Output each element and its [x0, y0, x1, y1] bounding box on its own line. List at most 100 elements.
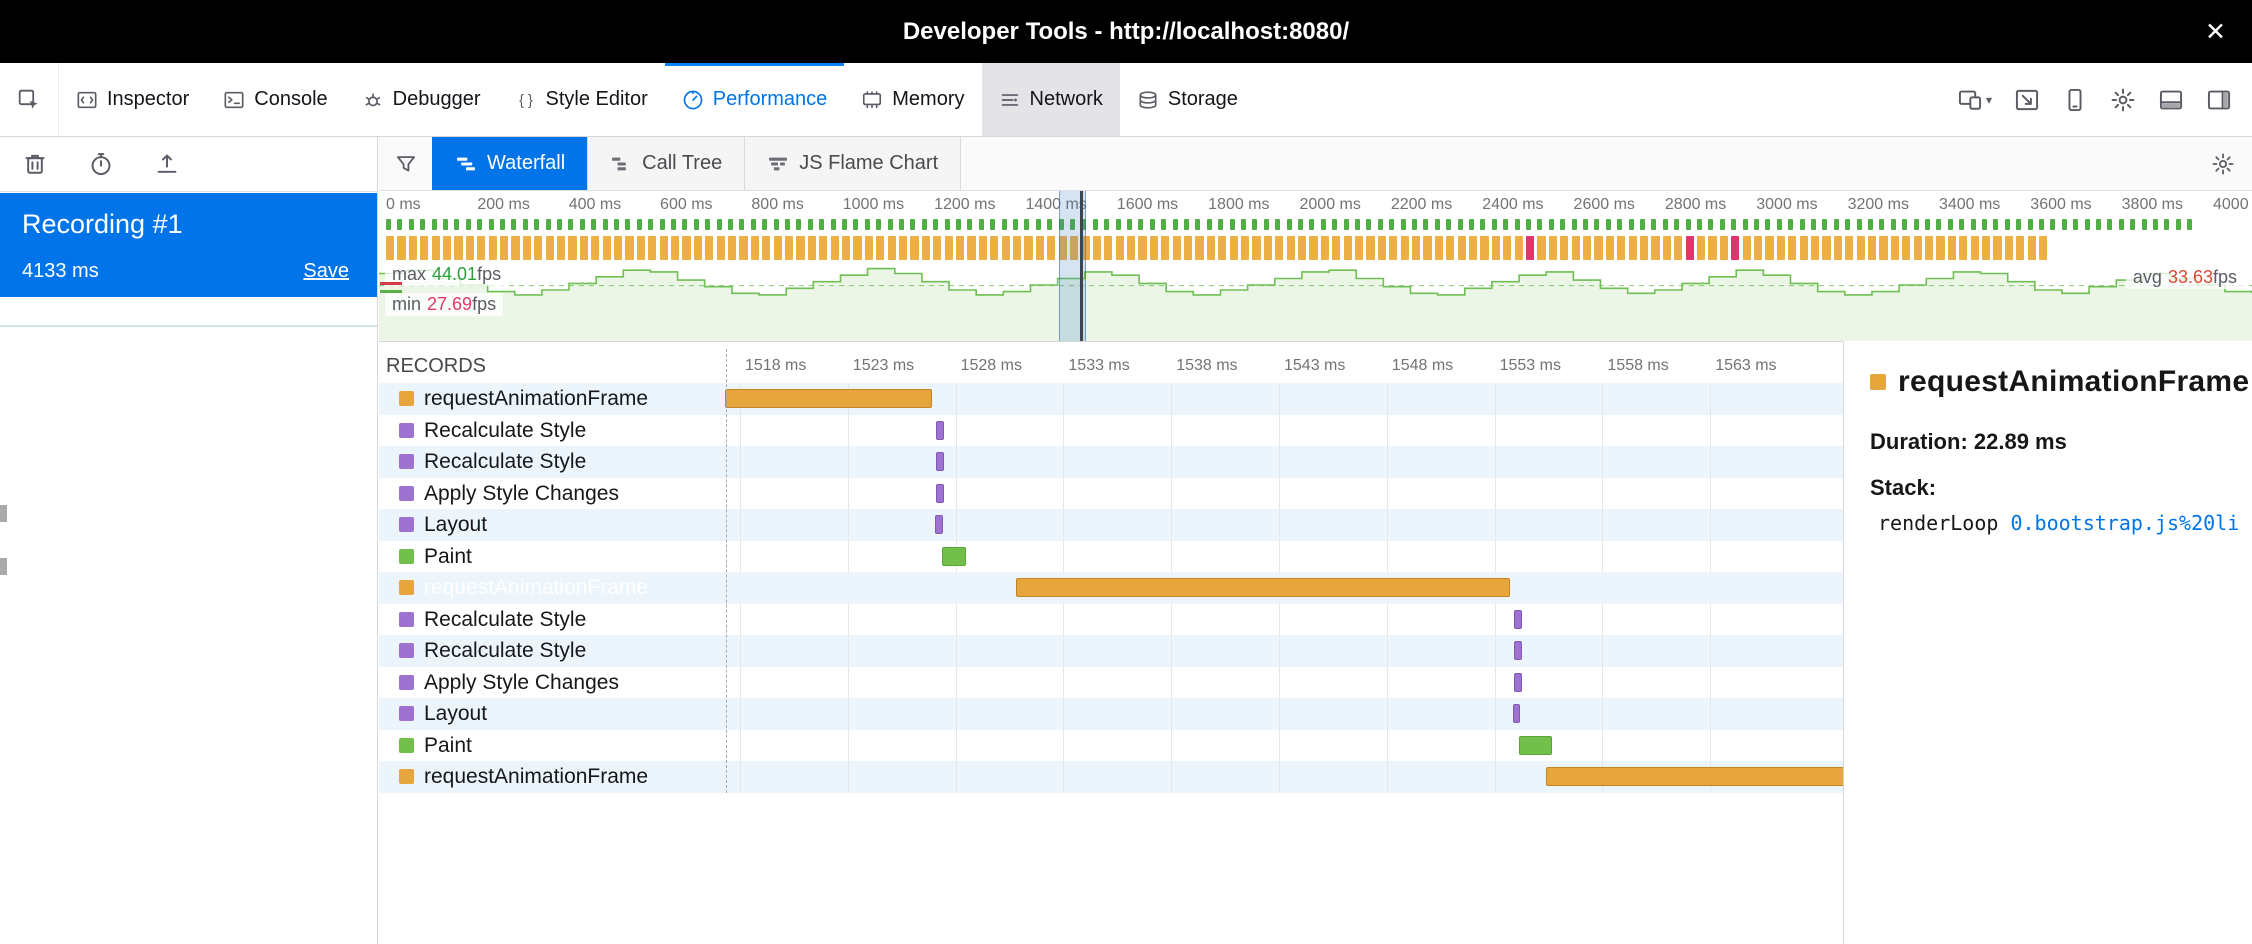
- recording-item[interactable]: Recording #1 4133 ms Save: [0, 193, 377, 297]
- waterfall-row[interactable]: Apply Style Changes: [379, 478, 1843, 510]
- activity-block: [1720, 236, 1728, 260]
- activity-block: [1697, 236, 1705, 260]
- tab-memory[interactable]: Memory: [844, 63, 981, 136]
- frame-tick: [477, 219, 482, 230]
- marker-bar[interactable]: [1513, 704, 1521, 723]
- frame-tick: [489, 219, 494, 230]
- activity-block: [1788, 236, 1796, 260]
- tab-network[interactable]: Network: [982, 63, 1120, 136]
- tab-performance[interactable]: Performance: [665, 63, 845, 136]
- marker-bar[interactable]: [936, 452, 944, 471]
- js-flame-chart-view-button[interactable]: JS Flame Chart: [744, 137, 961, 190]
- tab-label: Debugger: [393, 88, 481, 111]
- frame-tick: [557, 219, 562, 230]
- activity-block: [1845, 236, 1853, 260]
- timeline-overview[interactable]: 0 ms200 ms400 ms600 ms800 ms1000 ms1200 …: [379, 191, 2252, 342]
- activity-block: [1993, 236, 2001, 260]
- pick-element-button[interactable]: [0, 63, 59, 136]
- marker-bar[interactable]: [1546, 767, 1843, 786]
- activity-block: [1811, 236, 1819, 260]
- tab-label: Performance: [713, 88, 828, 111]
- clear-recordings-icon: [22, 151, 48, 177]
- frame-tick: [386, 219, 391, 230]
- waterfall-row[interactable]: Layout: [379, 698, 1843, 730]
- split-console-button[interactable]: [2158, 87, 2184, 113]
- ruler-label: 2800 ms: [1665, 196, 1726, 214]
- call-tree-view-button[interactable]: Call Tree: [587, 137, 745, 190]
- activity-block: [1572, 236, 1580, 260]
- responsive-design-button[interactable]: ▾: [1957, 87, 1992, 113]
- marker-bar[interactable]: [1514, 610, 1522, 629]
- frame-tick: [1891, 219, 1896, 230]
- frame-tick: [511, 219, 516, 230]
- waterfall-row[interactable]: Layout: [379, 509, 1843, 541]
- tab-storage[interactable]: Storage: [1120, 63, 1255, 136]
- frame-tick: [774, 219, 779, 230]
- activity-block: [842, 236, 850, 260]
- waterfall-row[interactable]: requestAnimationFrame: [379, 572, 1843, 604]
- activity-block: [933, 236, 941, 260]
- settings-gear-button[interactable]: [2110, 87, 2136, 113]
- import-recording-button[interactable]: [154, 151, 180, 177]
- source-link[interactable]: 0.bootstrap.js%20li: [2010, 511, 2239, 535]
- marker-bar[interactable]: [1514, 641, 1522, 660]
- activity-block: [990, 236, 998, 260]
- waterfall-row[interactable]: requestAnimationFrame: [379, 383, 1843, 415]
- activity-block: [546, 236, 554, 260]
- marker-bar[interactable]: [1514, 673, 1522, 692]
- filter-button[interactable]: [379, 137, 433, 190]
- waterfall-row[interactable]: Paint: [379, 730, 1843, 762]
- waterfall-row[interactable]: Paint: [379, 541, 1843, 573]
- marker-bar[interactable]: [935, 515, 943, 534]
- activity-block: [1674, 236, 1682, 260]
- activity-block: [1765, 236, 1773, 260]
- frame-tick: [785, 219, 790, 230]
- view-label: Waterfall: [487, 152, 565, 175]
- sidebar-toggle-icon: [2206, 87, 2232, 113]
- close-button[interactable]: ✕: [2205, 17, 2226, 47]
- tab-label: Memory: [892, 88, 964, 111]
- activity-block: [1606, 236, 1614, 260]
- waterfall-time-label: 1538 ms: [1176, 357, 1237, 375]
- frame-tick: [1321, 219, 1326, 230]
- tab-inspector[interactable]: Inspector: [59, 63, 206, 136]
- frame-tick: [1857, 219, 1862, 230]
- selection-range[interactable]: [1059, 191, 1086, 341]
- marker-bar[interactable]: [725, 389, 932, 408]
- record-performance-button[interactable]: [88, 151, 114, 177]
- activity-block: [1287, 236, 1295, 260]
- tab-strip: InspectorConsole Debugger { }Style Editor P…: [59, 63, 1255, 136]
- device-button[interactable]: [2062, 87, 2088, 113]
- marker-bar[interactable]: [936, 421, 944, 440]
- waterfall-row[interactable]: Recalculate Style: [379, 635, 1843, 667]
- activity-block: [922, 236, 930, 260]
- frame-picker-button[interactable]: [2014, 87, 2040, 113]
- waterfall-row[interactable]: Apply Style Changes: [379, 667, 1843, 699]
- activity-block: [1902, 236, 1910, 260]
- activity-block: [1617, 236, 1625, 260]
- marker-bar[interactable]: [1519, 736, 1551, 755]
- marker-bar[interactable]: [1016, 578, 1510, 597]
- frame-tick: [1116, 219, 1121, 230]
- waterfall-row[interactable]: Recalculate Style: [379, 446, 1843, 478]
- waterfall-row[interactable]: Recalculate Style: [379, 604, 1843, 636]
- tab-style-editor[interactable]: { }Style Editor: [498, 63, 665, 136]
- waterfall-row[interactable]: requestAnimationFrame: [379, 761, 1843, 793]
- marker-bar[interactable]: [936, 484, 944, 503]
- marker-bar[interactable]: [942, 547, 967, 566]
- waterfall-view-button[interactable]: Waterfall: [432, 137, 588, 190]
- activity-block: [956, 236, 964, 260]
- sidebar-toggle-button[interactable]: [2206, 87, 2232, 113]
- pick-element-icon: [17, 88, 41, 112]
- tab-console[interactable]: Console: [206, 63, 344, 136]
- save-recording-link[interactable]: Save: [303, 260, 349, 283]
- marker-color-swatch: [399, 738, 414, 753]
- tab-debugger[interactable]: Debugger: [345, 63, 498, 136]
- performance-settings-button[interactable]: [2194, 137, 2252, 190]
- ruler-label: 0 ms: [386, 196, 421, 214]
- performance-toolbar: Waterfall Call TreeJS Flame Chart: [379, 137, 2252, 191]
- row-label: Paint: [424, 730, 472, 762]
- frame-tick: [1241, 219, 1246, 230]
- clear-recordings-button[interactable]: [22, 151, 48, 177]
- waterfall-row[interactable]: Recalculate Style: [379, 415, 1843, 447]
